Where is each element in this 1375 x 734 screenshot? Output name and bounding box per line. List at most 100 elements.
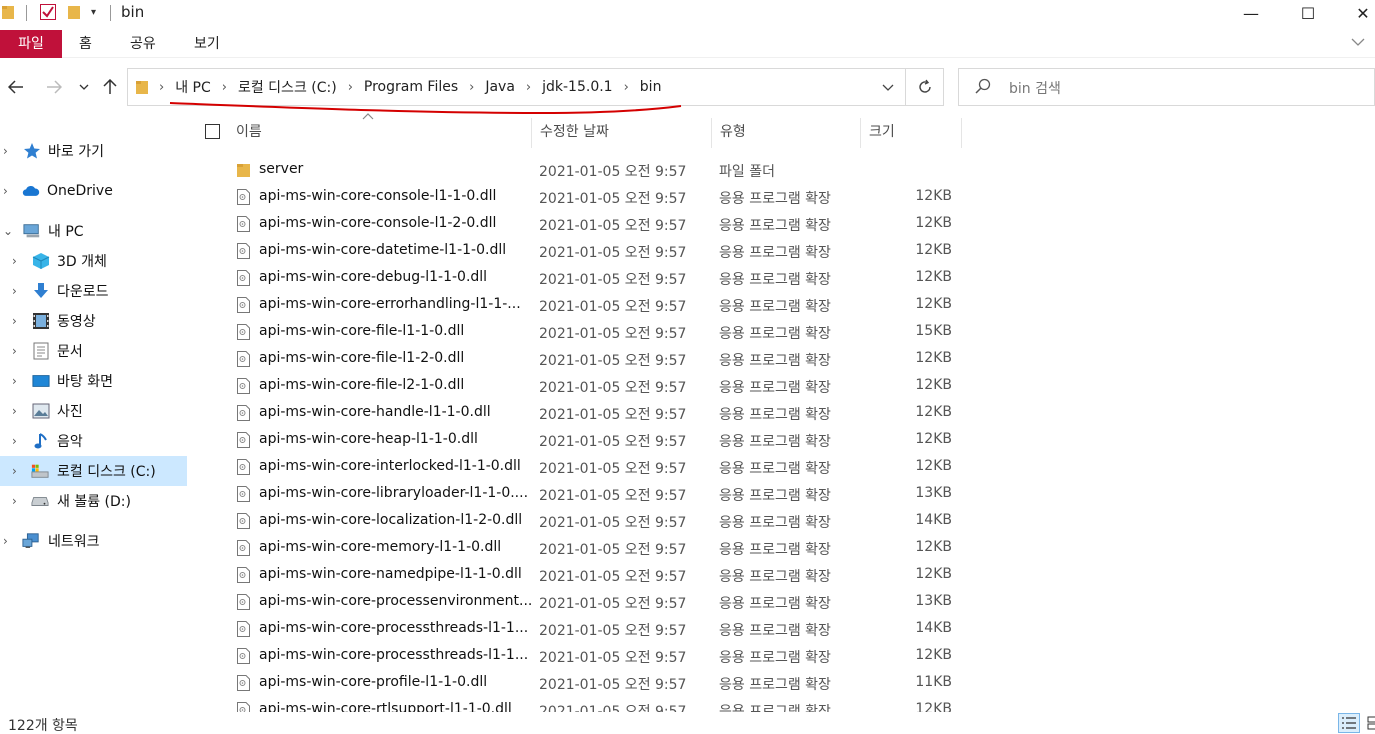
tab-file[interactable]: 파일 [0, 30, 62, 58]
chevron-right-icon[interactable]: › [12, 434, 17, 448]
dll-file-icon [237, 648, 250, 664]
file-row[interactable]: api-ms-win-core-debug-l1-1-0.dll 2021-01-… [200, 265, 970, 292]
tab-home[interactable]: 홈 [79, 30, 92, 58]
file-row[interactable]: server 2021-01-05 오전 9:57 파일 폴더 [200, 157, 970, 184]
file-row[interactable]: api-ms-win-core-localization-l1-2-0.dll 2… [200, 508, 970, 535]
chevron-right-icon[interactable]: › [12, 494, 17, 508]
toolbar-divider [110, 5, 111, 21]
sidebar-item-pictures[interactable]: › 사진 [0, 396, 187, 426]
file-row[interactable]: api-ms-win-core-file-l1-1-0.dll 2021-01-0… [200, 319, 970, 346]
breadcrumb-java[interactable]: Java [485, 79, 515, 95]
breadcrumb-program-files[interactable]: Program Files [364, 79, 458, 95]
file-date: 2021-01-05 오전 9:57 [539, 569, 687, 585]
chevron-right-icon[interactable]: › [3, 534, 8, 548]
maximize-button[interactable]: ☐ [1285, 0, 1331, 26]
breadcrumb-this-pc[interactable]: 내 PC [175, 77, 211, 97]
breadcrumb-separator-icon[interactable]: › [222, 80, 227, 95]
properties-icon[interactable] [40, 3, 56, 21]
sidebar-item-onedrive[interactable]: › OneDrive [0, 176, 187, 206]
forward-button[interactable] [43, 76, 65, 98]
file-row[interactable]: api-ms-win-core-console-l1-2-0.dll 2021-0… [200, 211, 970, 238]
sidebar-item-network[interactable]: › 네트워크 [0, 526, 187, 556]
breadcrumb-jdk[interactable]: jdk-15.0.1 [542, 79, 612, 95]
sidebar-item-desktop[interactable]: › 바탕 화면 [0, 366, 187, 396]
file-row[interactable]: api-ms-win-core-processenvironment... 202… [200, 589, 970, 616]
file-row[interactable]: api-ms-win-core-processthreads-l1-1... 20… [200, 616, 970, 643]
chevron-right-icon[interactable]: › [3, 144, 8, 158]
chevron-right-icon[interactable]: › [12, 344, 17, 358]
file-type: 응용 프로그램 확장 [719, 542, 831, 558]
new-folder-icon[interactable] [68, 3, 80, 21]
breadcrumb-separator-icon[interactable]: › [526, 80, 531, 95]
sidebar-item-music[interactable]: › 음악 [0, 426, 187, 456]
dll-file-icon [237, 189, 250, 205]
file-row[interactable]: api-ms-win-core-interlocked-l1-1-0.dll 20… [200, 454, 970, 481]
sidebar-item-local-disk-c[interactable]: › 로컬 디스크 (C:) [0, 456, 187, 486]
minimize-button[interactable]: — [1228, 0, 1274, 26]
address-history-button[interactable] [871, 68, 905, 106]
breadcrumb-separator-icon[interactable]: › [159, 80, 164, 95]
recent-locations-button[interactable] [73, 76, 95, 98]
column-divider[interactable] [711, 118, 712, 148]
sidebar-item-3d-objects[interactable]: › 3D 개체 [0, 246, 187, 276]
sidebar-item-volume-d[interactable]: › 새 볼륨 (D:) [0, 486, 187, 516]
back-button[interactable] [5, 76, 27, 98]
sidebar-item-this-pc[interactable]: ⌄ 내 PC [0, 216, 187, 246]
file-row[interactable]: api-ms-win-core-libraryloader-l1-1-0....… [200, 481, 970, 508]
column-header-name[interactable]: 이름 [236, 118, 262, 146]
select-all-checkbox[interactable] [205, 124, 220, 139]
close-button[interactable]: ✕ [1340, 0, 1375, 26]
customize-toolbar-icon[interactable]: ▾ [91, 3, 96, 21]
file-row[interactable]: api-ms-win-core-file-l1-2-0.dll 2021-01-0… [200, 346, 970, 373]
sidebar-item-quick-access[interactable]: › 바로 가기 [0, 136, 187, 166]
chevron-down-icon[interactable] [1351, 35, 1365, 51]
file-row[interactable]: api-ms-win-core-memory-l1-1-0.dll 2021-01… [200, 535, 970, 562]
chevron-right-icon[interactable]: › [12, 284, 17, 298]
file-row[interactable]: api-ms-win-core-heap-l1-1-0.dll 2021-01-0… [200, 427, 970, 454]
chevron-right-icon[interactable]: › [12, 254, 17, 268]
chevron-right-icon[interactable]: › [12, 314, 17, 328]
chevron-down-icon[interactable]: ⌄ [3, 224, 13, 238]
file-row[interactable]: api-ms-win-core-console-l1-1-0.dll 2021-0… [200, 184, 970, 211]
breadcrumb-separator-icon[interactable]: › [624, 80, 629, 95]
file-type: 응용 프로그램 확장 [719, 623, 831, 639]
details-view-button[interactable] [1338, 713, 1360, 733]
breadcrumb-separator-icon[interactable]: › [469, 80, 474, 95]
sidebar-item-videos[interactable]: › 동영상 [0, 306, 187, 336]
column-divider[interactable] [531, 118, 532, 148]
file-row[interactable]: api-ms-win-core-errorhandling-l1-1-... 20… [200, 292, 970, 319]
file-size: 12KB [915, 458, 952, 474]
search-input[interactable]: bin 검색 [958, 68, 1375, 106]
folder-icon [136, 79, 148, 95]
breadcrumb-separator-icon[interactable]: › [348, 80, 353, 95]
file-row[interactable]: api-ms-win-core-datetime-l1-1-0.dll 2021-… [200, 238, 970, 265]
file-size: 12KB [915, 215, 952, 231]
chevron-right-icon[interactable]: › [12, 404, 17, 418]
file-row[interactable]: api-ms-win-core-handle-l1-1-0.dll 2021-01… [200, 400, 970, 427]
tab-view[interactable]: 보기 [194, 30, 220, 58]
folder-icon[interactable] [2, 3, 14, 21]
chevron-right-icon[interactable]: › [12, 464, 17, 478]
large-icons-view-button[interactable] [1362, 713, 1375, 733]
tab-share[interactable]: 공유 [130, 30, 156, 58]
file-row[interactable]: api-ms-win-core-processthreads-l1-1... 20… [200, 643, 970, 670]
column-header-type[interactable]: 유형 [720, 118, 746, 146]
file-row[interactable]: api-ms-win-core-namedpipe-l1-1-0.dll 2021… [200, 562, 970, 589]
column-divider[interactable] [860, 118, 861, 148]
column-header-date[interactable]: 수정한 날짜 [540, 118, 609, 146]
file-row[interactable]: api-ms-win-core-file-l2-1-0.dll 2021-01-0… [200, 373, 970, 400]
sidebar-item-documents[interactable]: › 문서 [0, 336, 187, 366]
column-header-size[interactable]: 크기 [869, 118, 895, 146]
column-divider[interactable] [961, 118, 962, 148]
address-bar[interactable]: › 내 PC › 로컬 디스크 (C:) › Program Files › J… [127, 68, 906, 106]
breadcrumb-bin[interactable]: bin [640, 79, 662, 95]
file-row[interactable]: api-ms-win-core-rtlsupport-l1-1-0.dll 202… [200, 697, 970, 713]
file-row[interactable]: api-ms-win-core-profile-l1-1-0.dll 2021-0… [200, 670, 970, 697]
chevron-right-icon[interactable]: › [3, 184, 8, 198]
sidebar-item-downloads[interactable]: › 다운로드 [0, 276, 187, 306]
up-button[interactable] [99, 76, 121, 98]
chevron-right-icon[interactable]: › [12, 374, 17, 388]
breadcrumb-local-disk[interactable]: 로컬 디스크 (C:) [238, 77, 337, 97]
refresh-button[interactable] [906, 68, 944, 106]
window-title: bin [121, 3, 145, 21]
